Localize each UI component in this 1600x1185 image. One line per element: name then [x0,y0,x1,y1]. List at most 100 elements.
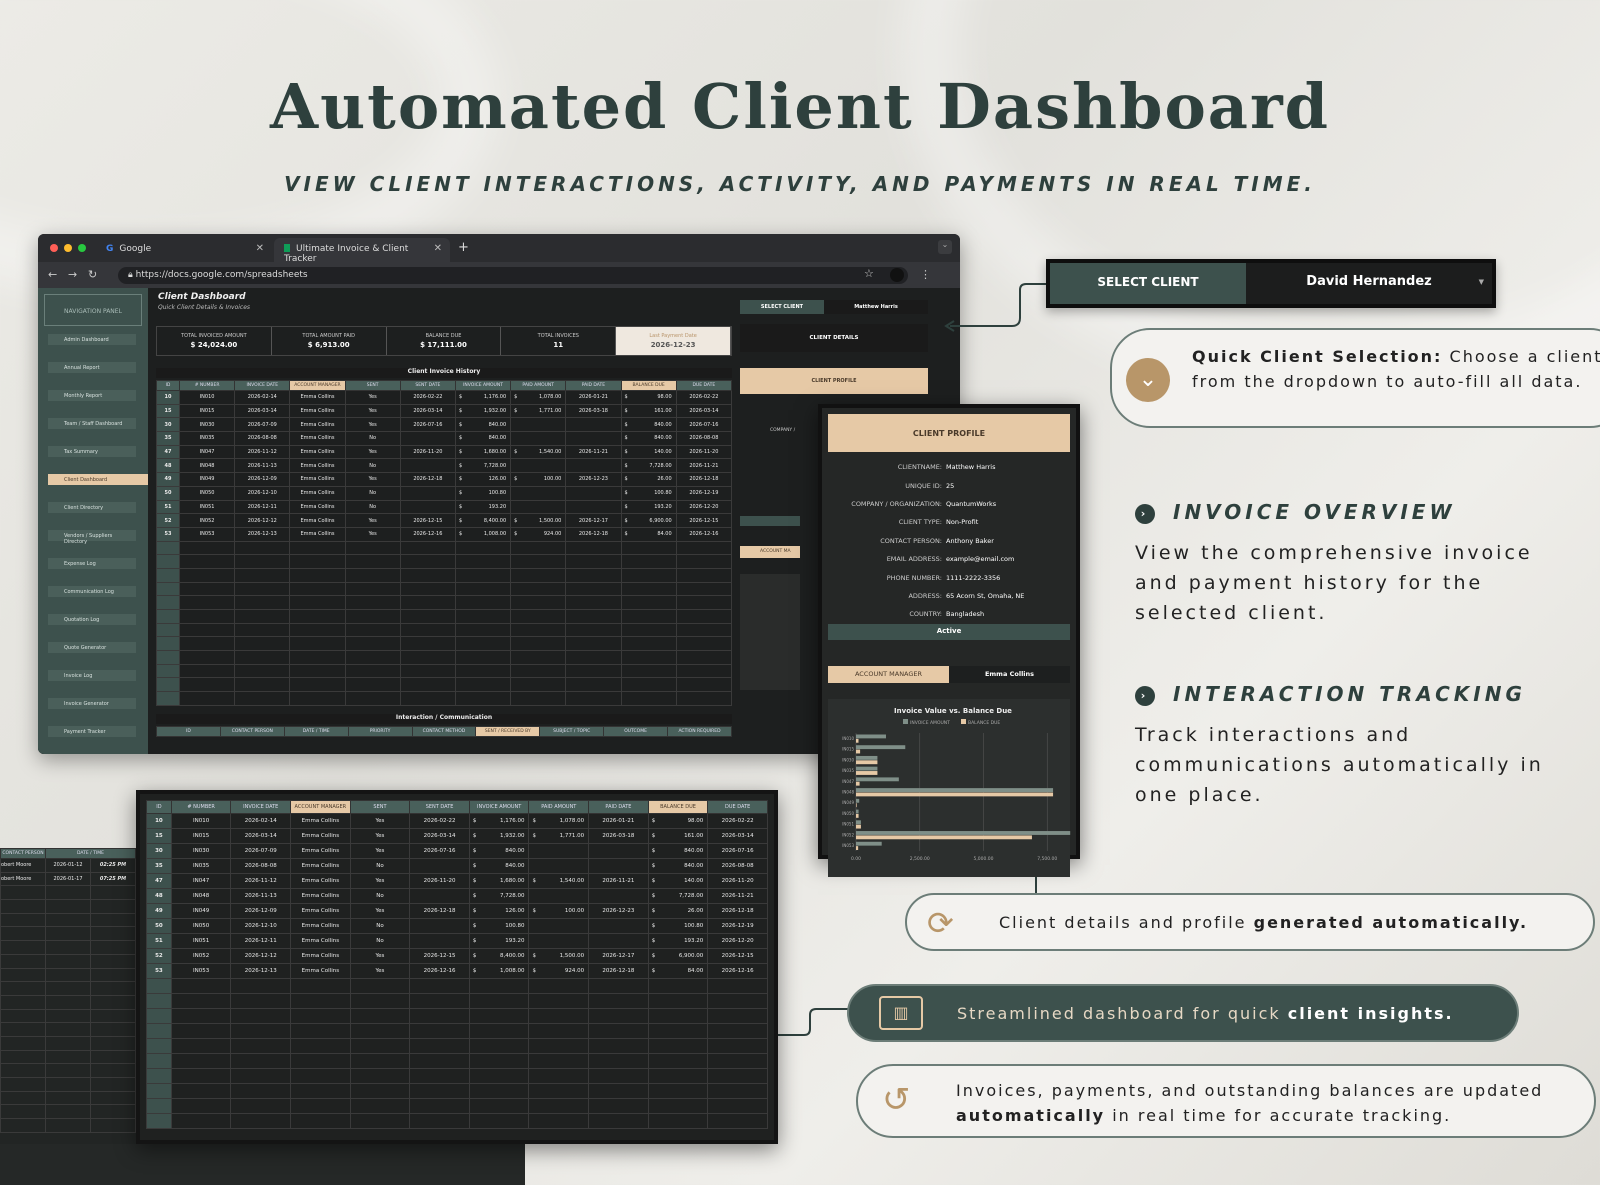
table-cell[interactable] [409,1053,470,1069]
table-cell[interactable]: 2026-11-12 [230,873,292,889]
table-cell[interactable] [0,940,46,955]
table-cell[interactable]: IN052 [178,513,236,528]
table-row[interactable] [156,636,733,652]
table-row[interactable] [156,540,733,556]
table-cell[interactable] [565,622,622,638]
table-cell[interactable] [565,581,622,597]
table-cell[interactable] [170,1098,232,1114]
column-header[interactable]: SENT [344,380,401,391]
table-cell[interactable] [90,912,136,928]
table-row[interactable]: 50 IN050 2026-12-10 Emma Collins No $100.80 $1… [156,485,733,501]
column-header[interactable]: SENT / RECEIVED BY [475,726,541,737]
table-cell[interactable]: Yes [349,813,411,829]
table-cell[interactable] [230,1008,292,1024]
table-cell[interactable] [528,843,590,859]
table-cell[interactable]: $193.20 [468,933,530,949]
table-cell[interactable] [349,1023,411,1039]
column-header[interactable]: BALANCE DUE [620,380,677,391]
table-cell[interactable] [289,567,346,583]
table-cell[interactable]: 2026-12-12 [230,948,292,964]
table-cell[interactable]: obert Moore [0,871,46,887]
table-cell[interactable]: 2026-12-12 [234,513,291,528]
table-cell[interactable]: Emma Collins [290,828,351,844]
column-header[interactable]: SENT DATE [409,800,470,814]
table-cell[interactable]: Emma Collins [289,513,346,528]
table-cell[interactable]: $100.80 [620,485,677,501]
table-row[interactable] [156,650,733,665]
table-cell[interactable] [399,622,456,638]
table-cell[interactable] [45,967,91,983]
sidebar-item[interactable]: Expense Log [48,558,136,569]
table-cell[interactable] [399,691,456,706]
table-cell[interactable] [170,1038,232,1054]
table-cell[interactable]: 2026-11-13 [234,458,291,474]
table-cell[interactable] [588,858,649,874]
table-cell[interactable] [349,1083,411,1099]
table-cell[interactable] [234,636,291,652]
table-cell[interactable]: Emma Collins [290,873,351,889]
table-cell[interactable] [468,993,530,1009]
table-cell[interactable]: Emma Collins [289,458,346,474]
table-row[interactable]: 30 IN030 2026-07-09 Emma Collins Yes 2026-07-… [146,843,768,859]
table-cell[interactable] [234,567,291,583]
table-cell[interactable]: 48 [146,888,172,904]
table-cell[interactable] [146,1023,172,1039]
table-cell[interactable] [528,1038,590,1054]
table-cell[interactable]: $161.00 [647,828,709,844]
table-cell[interactable] [409,1008,470,1024]
column-header[interactable]: SENT DATE [399,380,456,391]
table-cell[interactable] [156,663,180,679]
table-row[interactable] [0,940,136,955]
table-cell[interactable] [290,978,351,994]
table-cell[interactable] [290,1113,351,1129]
table-cell[interactable]: 2026-08-08 [234,431,291,446]
table-cell[interactable] [565,499,622,515]
table-cell[interactable] [289,609,346,624]
table-cell[interactable] [178,595,236,610]
table-row[interactable]: 53 IN053 2026-12-13 Emma Collins Yes 2026-12-… [146,963,768,979]
table-cell[interactable]: $84.00 [647,963,709,979]
table-cell[interactable] [45,1022,91,1037]
table-cell[interactable] [707,1008,768,1024]
table-cell[interactable] [454,567,512,583]
table-cell[interactable]: 49 [156,472,180,487]
table-cell[interactable] [528,918,590,934]
column-header[interactable]: INVOICE DATE [230,800,292,814]
table-cell[interactable] [289,677,346,693]
maximize-window-dot[interactable] [78,244,86,252]
table-cell[interactable] [349,1038,411,1054]
table-cell[interactable] [510,636,567,652]
table-cell[interactable]: 50 [146,918,172,934]
profile-avatar[interactable] [890,268,904,282]
table-cell[interactable] [620,663,677,679]
table-cell[interactable]: 07:25 PM [90,871,136,887]
table-cell[interactable] [45,1035,91,1051]
table-cell[interactable] [234,540,291,556]
table-row[interactable] [0,926,136,942]
table-cell[interactable] [528,1008,590,1024]
table-cell[interactable]: Emma Collins [290,933,351,949]
table-cell[interactable] [45,1063,91,1078]
table-row[interactable]: 48 IN048 2026-11-13 Emma Collins No $7,728.00… [146,888,768,904]
table-row[interactable] [146,1053,768,1069]
column-header[interactable]: PRIORITY [347,726,413,737]
table-cell[interactable]: IN050 [178,485,236,501]
table-cell[interactable] [675,677,733,693]
table-cell[interactable]: Yes [349,903,411,919]
table-cell[interactable] [230,1038,292,1054]
table-cell[interactable] [510,595,567,610]
table-cell[interactable]: 2026-12-10 [234,485,291,501]
table-cell[interactable] [468,1083,530,1099]
table-cell[interactable] [675,650,733,665]
table-cell[interactable] [178,691,236,706]
column-header[interactable]: INVOICE AMOUNT [454,380,512,391]
table-cell[interactable]: Emma Collins [290,963,351,979]
table-cell[interactable] [647,1038,709,1054]
table-row[interactable]: 53 IN053 2026-12-13 Emma Collins Yes 2026-12-… [156,526,733,542]
table-cell[interactable] [344,595,401,610]
tab-invoice-tracker[interactable]: Ultimate Invoice & Client Tracker ✕ [274,238,450,264]
table-cell[interactable]: 2026-07-16 [399,417,456,433]
table-cell[interactable] [146,978,172,994]
table-cell[interactable]: 2026-12-23 [565,472,622,487]
table-cell[interactable] [588,1023,649,1039]
